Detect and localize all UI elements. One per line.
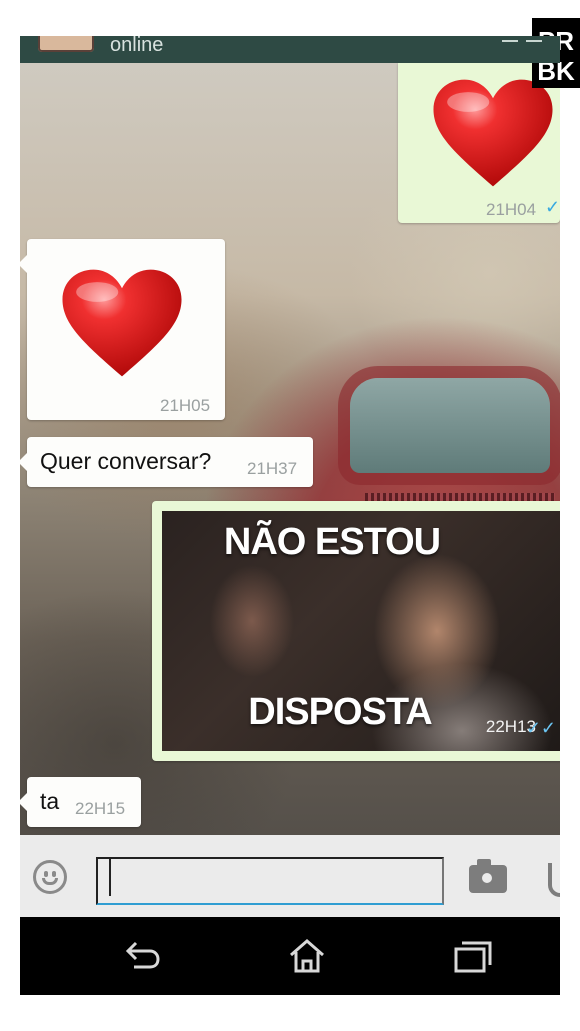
read-tick-icon: ✓✓: [525, 718, 556, 738]
message-text: Quer conversar?: [40, 448, 212, 474]
message-time: 21H04: [486, 200, 537, 219]
attach-icon[interactable]: [502, 36, 518, 42]
header-action-icons: [502, 36, 542, 42]
message-bubble-incoming[interactable]: Quer conversar? 21H37: [20, 437, 313, 487]
contact-status: online: [110, 36, 164, 56]
smiley-icon[interactable]: [33, 860, 67, 894]
message-bubble-incoming[interactable]: ta 22H15: [20, 777, 141, 827]
message-input[interactable]: [96, 857, 444, 905]
recent-apps-icon[interactable]: [452, 937, 492, 975]
image-caption-bottom: DISPOSTA: [248, 691, 432, 733]
message-time: 22H15: [75, 799, 126, 818]
message-time: 21H37: [247, 459, 298, 478]
microphone-icon[interactable]: [548, 863, 560, 897]
meme-image[interactable]: NÃO ESTOU DISPOSTA 22H13 ✓✓: [162, 511, 560, 751]
read-tick-icon: ✓: [545, 197, 560, 217]
android-nav-bar: [20, 917, 560, 995]
message-text: ta: [40, 788, 60, 814]
image-caption-top: NÃO ESTOU: [223, 521, 441, 563]
message-bubble-outgoing-image[interactable]: NÃO ESTOU DISPOSTA 22H13 ✓✓: [152, 501, 560, 761]
menu-icon[interactable]: [526, 36, 542, 42]
message-input-bar: [20, 835, 560, 917]
chat-background: 21H04 ✓ 21H05 Quer conversar? 21H37 NÃO …: [20, 63, 560, 835]
message-time: 21H05: [160, 396, 211, 415]
message-bubble-incoming[interactable]: 21H05: [20, 239, 225, 420]
heart-emoji-icon: [433, 79, 553, 187]
heart-emoji-icon: [62, 269, 182, 377]
wallpaper-car-window: [350, 378, 550, 473]
chat-header[interactable]: online: [20, 36, 560, 63]
contact-avatar[interactable]: [38, 36, 94, 52]
phone-screen: online 21H04 ✓ 21H05 Quer conversar? 21H…: [20, 36, 560, 995]
text-caret: [109, 858, 111, 896]
home-icon[interactable]: [287, 937, 327, 975]
camera-icon[interactable]: [469, 859, 507, 893]
back-icon[interactable]: [122, 937, 162, 975]
